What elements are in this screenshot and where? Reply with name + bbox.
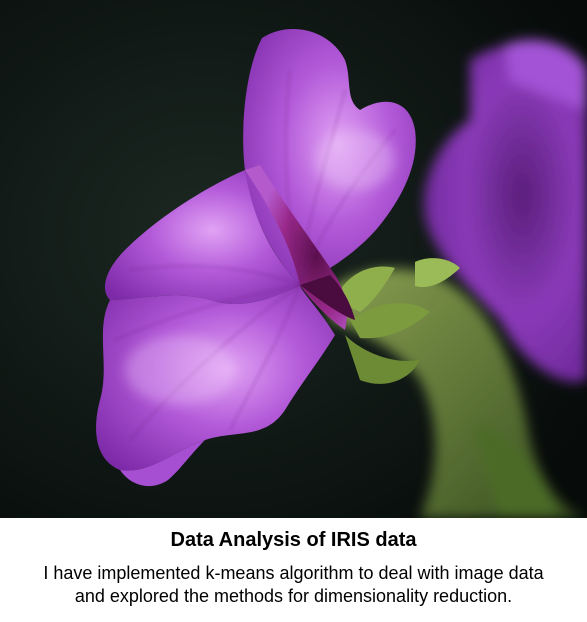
caption-title: Data Analysis of IRIS data [170, 529, 417, 551]
caption-description-line-2: and explored the methods for dimensional… [74, 586, 513, 606]
project-card: Data Analysis of IRIS data I have implem… [0, 0, 587, 622]
caption-description: I have implemented k-means algorithm to … [12, 562, 575, 608]
caption-area: Data Analysis of IRIS data I have implem… [0, 518, 587, 622]
petunia-flower-photo [0, 0, 587, 518]
caption-description-line-1: I have implemented k-means algorithm to … [43, 563, 544, 583]
flower-illustration [0, 0, 587, 518]
